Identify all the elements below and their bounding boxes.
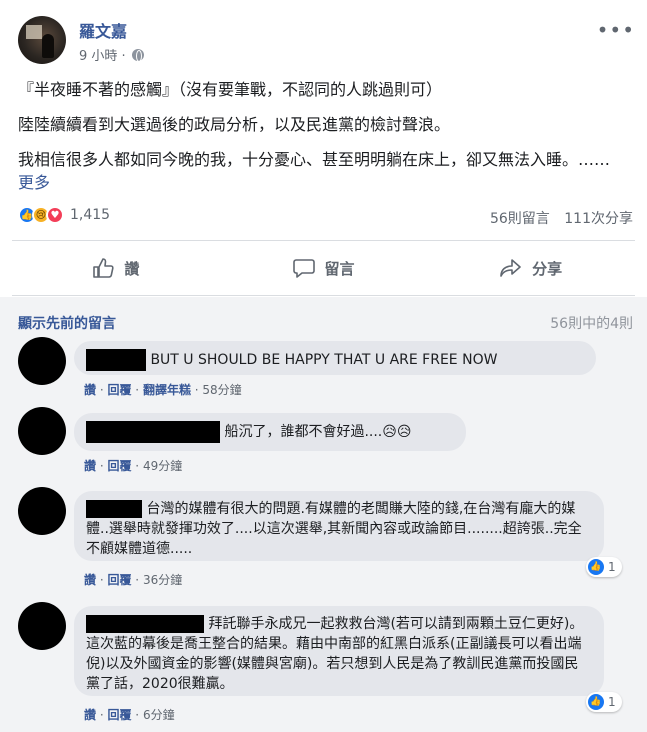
post-paragraph-1: 『半夜睡不著的感觸』（沒有要筆戰，不認同的人跳過則可） [18, 80, 443, 99]
comment-meta: 讚 · 回覆 · 翻譯年糕 · 58分鐘 [84, 383, 242, 397]
speech-bubble-icon [292, 259, 315, 278]
comment-bubble: BUT U SHOULD BE HAPPY THAT U ARE FREE NO… [74, 341, 596, 375]
comment-meta: 讚 · 回覆 · 6分鐘 [84, 708, 175, 722]
comment-reaction-badge[interactable]: 👍 1 [586, 692, 622, 712]
post-paragraph-3: 我相信很多人都如同今晚的我，十分憂心、甚至明明躺在床上，卻又無法入睡。…… 更多 [18, 148, 628, 194]
comment-meta: 讚 · 回覆 · 36分鐘 [84, 573, 183, 587]
comment-bubble: 拜託聯手永成兄一起救救台灣(若可以請到兩顆土豆仁更好)。這次藍的幕後是喬王整合的… [74, 606, 604, 696]
like-button[interactable]: 讚 [12, 241, 220, 295]
comments-section: 顯示先前的留言 56則中的4則 BUT U SHOULD BE HAPPY TH… [0, 297, 647, 732]
share-arrow-icon [500, 259, 521, 277]
globe-icon [131, 48, 144, 62]
comment-meta: 讚 · 回覆 · 49分鐘 [84, 459, 183, 473]
comment-button[interactable]: 留言 [220, 241, 428, 295]
comment-bubble: 船沉了，誰都不會好過....😥😥 [74, 413, 466, 451]
redacted-commenter-name[interactable] [86, 349, 146, 371]
redacted-commenter-name[interactable] [86, 500, 142, 518]
comment-reaction-badge[interactable]: 👍 1 [586, 557, 622, 577]
comment-time[interactable]: 49分鐘 [143, 459, 182, 473]
comment-time[interactable]: 6分鐘 [143, 708, 175, 722]
comment-reply-link[interactable]: 回覆 [107, 708, 131, 722]
comment-time[interactable]: 58分鐘 [202, 383, 241, 397]
commenter-avatar[interactable] [18, 487, 66, 535]
comment-count-label: 56則中的4則 [550, 316, 633, 332]
commenter-avatar[interactable] [18, 337, 66, 385]
love-reaction-icon: ♥ [46, 206, 64, 224]
share-count[interactable]: 111次分享 [564, 211, 633, 227]
post-time[interactable]: 9 小時 · [79, 45, 126, 64]
post-body: 『半夜睡不著的感觸』（沒有要筆戰，不認同的人跳過則可） 陸陸續續看到大選過後的政… [18, 78, 628, 206]
comment-text: 船沉了，誰都不會好過....😥😥 [224, 424, 412, 440]
commenter-avatar[interactable] [18, 407, 66, 455]
see-more-link[interactable]: 更多 [18, 173, 50, 192]
post-paragraph-2: 陸陸續續看到大選過後的政局分析，以及民進黨的檢討聲浪。 [18, 115, 451, 134]
more-options-icon[interactable]: ••• [597, 18, 635, 42]
comment-bubble: 台灣的媒體有很大的問題.有媒體的老闆賺大陸的錢,在台灣有龐大的媒體..選舉時就發… [74, 491, 604, 561]
comment-time[interactable]: 36分鐘 [143, 573, 182, 587]
like-reaction-icon: 👍 [588, 694, 604, 710]
redacted-commenter-name[interactable] [86, 615, 204, 633]
comment-reaction-count: 1 [608, 695, 616, 709]
comment-like-link[interactable]: 讚 [84, 383, 96, 397]
like-button-label: 讚 [124, 259, 140, 278]
comment-count[interactable]: 56則留言 [490, 211, 550, 227]
commenter-avatar[interactable] [18, 602, 66, 650]
reactions-summary[interactable]: 👍 😢 ♥ 1,415 [18, 206, 110, 224]
comment-like-link[interactable]: 讚 [84, 573, 96, 587]
comment-translate-link[interactable]: 翻譯年糕 [143, 383, 191, 397]
like-reaction-icon: 👍 [588, 559, 604, 575]
poster-name[interactable]: 羅文嘉 [79, 18, 127, 42]
view-previous-comments-link[interactable]: 顯示先前的留言 [18, 313, 116, 333]
post-stats: 56則留言 111次分享 [480, 208, 633, 228]
reaction-count[interactable]: 1,415 [70, 207, 110, 223]
comment-like-link[interactable]: 讚 [84, 459, 96, 473]
action-bar: 讚 留言 分享 [12, 240, 635, 296]
comment-reply-link[interactable]: 回覆 [107, 383, 131, 397]
comment-text: BUT U SHOULD BE HAPPY THAT U ARE FREE NO… [150, 352, 498, 368]
comment-button-label: 留言 [324, 259, 355, 278]
post-paragraph-3-text: 我相信很多人都如同今晚的我，十分憂心、甚至明明躺在床上，卻又無法入睡。…… [18, 150, 611, 169]
comment-reply-link[interactable]: 回覆 [107, 459, 131, 473]
redacted-commenter-name[interactable] [86, 421, 220, 443]
comment-reaction-count: 1 [608, 560, 616, 574]
comment-reply-link[interactable]: 回覆 [107, 573, 131, 587]
post-meta: 9 小時 · [79, 45, 144, 64]
share-button-label: 分享 [532, 259, 563, 278]
comment-text: 台灣的媒體有很大的問題.有媒體的老闆賺大陸的錢,在台灣有龐大的媒體..選舉時就發… [86, 501, 582, 557]
comment-like-link[interactable]: 讚 [84, 708, 96, 722]
poster-avatar[interactable] [18, 16, 66, 64]
thumbs-up-icon [93, 258, 114, 278]
share-button[interactable]: 分享 [427, 241, 635, 295]
